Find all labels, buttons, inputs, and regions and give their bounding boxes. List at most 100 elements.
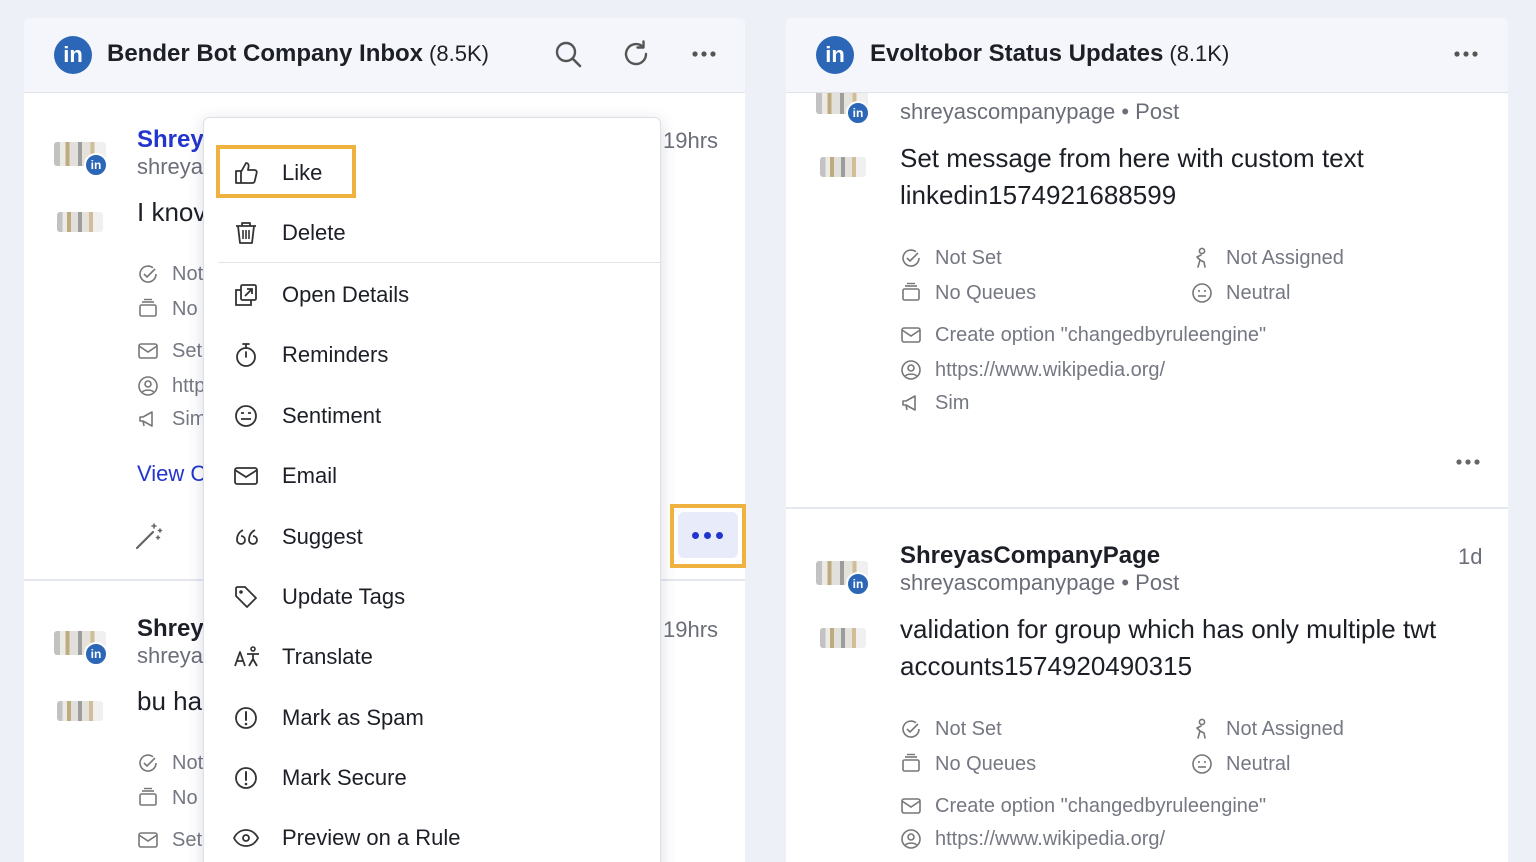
linkedin-badge-icon: in bbox=[84, 642, 108, 666]
eye-icon bbox=[232, 829, 260, 847]
status-meta[interactable]: Not bbox=[136, 751, 203, 775]
user-circle-icon bbox=[901, 829, 921, 849]
message-time: 19hrs bbox=[663, 617, 719, 642]
left-panel-count: (8.5K) bbox=[429, 41, 489, 66]
url-meta[interactable]: https://www.wikipedia.org/ bbox=[899, 827, 1165, 851]
view-conversation-link[interactable]: View C bbox=[137, 461, 206, 487]
email-icon bbox=[234, 467, 258, 485]
assignee-icon bbox=[1196, 718, 1206, 739]
avatar: in bbox=[816, 557, 870, 596]
assignee-icon bbox=[1196, 247, 1206, 268]
menu-item-sentiment[interactable]: Sentiment bbox=[204, 388, 660, 444]
status-text: Not bbox=[172, 262, 204, 285]
menu-item-delete[interactable]: Delete bbox=[204, 205, 660, 261]
search-icon[interactable] bbox=[552, 38, 584, 70]
trash-icon bbox=[236, 222, 256, 244]
refresh-icon[interactable] bbox=[620, 38, 652, 70]
status-text: Not Set bbox=[935, 246, 1002, 269]
menu-item-suggest[interactable]: Suggest bbox=[204, 509, 660, 565]
right-panel-title: Evoltobor Status Updates (8.1K) bbox=[870, 40, 1229, 68]
magic-wand-icon[interactable] bbox=[134, 521, 164, 551]
campaign-text: Sim bbox=[172, 407, 207, 430]
sentiment-meta[interactable]: Neutral bbox=[1190, 281, 1290, 305]
post-text: Set message from here with custom text l… bbox=[900, 143, 1364, 210]
left-panel-header: in Bender Bot Company Inbox (8.5K) bbox=[24, 18, 745, 93]
queue-text: No Queues bbox=[935, 752, 1037, 775]
sentiment-text: Neutral bbox=[1226, 281, 1291, 304]
menu-item-label: Reminders bbox=[282, 342, 389, 367]
right-panel-count: (8.1K) bbox=[1169, 41, 1230, 66]
queue-text: No bbox=[172, 297, 198, 320]
tag-icon bbox=[235, 586, 257, 608]
stopwatch-icon bbox=[236, 343, 256, 367]
menu-item-label: Suggest bbox=[282, 524, 363, 549]
message-text: I knov bbox=[137, 197, 207, 227]
left-panel-title-text: Bender Bot Company Inbox bbox=[107, 40, 424, 67]
campaign-text: Sim bbox=[935, 391, 970, 414]
menu-item-email[interactable]: Email bbox=[204, 448, 660, 504]
queue-meta[interactable]: No Queues bbox=[899, 752, 1036, 776]
neutral-face-icon bbox=[1192, 283, 1212, 303]
menu-item-label: Email bbox=[282, 463, 338, 488]
message-author[interactable]: Shrey bbox=[137, 126, 204, 154]
option-meta[interactable]: Create option "changedbyruleengine" bbox=[899, 323, 1266, 347]
assignee-text: Not Assigned bbox=[1226, 717, 1344, 740]
megaphone-icon bbox=[902, 395, 916, 411]
linkedin-badge-icon: in bbox=[84, 153, 108, 177]
url-text: https://www.wikipedia.org/ bbox=[935, 358, 1166, 381]
status-meta[interactable]: Not Set bbox=[899, 246, 1002, 270]
menu-item-mark-as-spam[interactable]: Mark as Spam bbox=[204, 690, 660, 746]
left-panel-title: Bender Bot Company Inbox (8.5K) bbox=[107, 40, 489, 68]
sentiment-meta[interactable]: Neutral bbox=[1190, 752, 1290, 776]
mail-icon bbox=[901, 798, 921, 814]
post-handle-line: shreyascompanypage • Post bbox=[900, 570, 1180, 595]
post-time: 1d bbox=[1458, 544, 1483, 569]
more-options-icon[interactable] bbox=[1450, 38, 1482, 70]
queue-icon bbox=[902, 753, 920, 772]
alert-icon bbox=[235, 767, 257, 789]
menu-item-mark-secure[interactable]: Mark Secure bbox=[204, 750, 660, 806]
option-text: Create option "changedbyruleengine" bbox=[935, 794, 1267, 817]
message-actions-menu: Like Delete Open Details Reminders Senti… bbox=[203, 117, 661, 862]
post-more-icon[interactable] bbox=[1452, 446, 1484, 478]
queue-text: No bbox=[172, 786, 198, 809]
menu-item-update-tags[interactable]: Update Tags bbox=[204, 569, 660, 625]
queue-icon bbox=[139, 298, 157, 317]
menu-item-translate[interactable]: Translate bbox=[204, 629, 660, 685]
menu-item-reminders[interactable]: Reminders bbox=[204, 327, 660, 383]
queue-meta[interactable]: No bbox=[136, 786, 198, 810]
post-text: validation for group which has only mult… bbox=[900, 614, 1437, 681]
assignee-meta[interactable]: Not Assigned bbox=[1190, 717, 1344, 741]
assignee-text: Not Assigned bbox=[1226, 246, 1344, 269]
option-meta[interactable]: Create option "changedbyruleengine" bbox=[899, 794, 1266, 818]
queue-meta[interactable]: No Queues bbox=[899, 281, 1036, 305]
linkedin-badge-icon: in bbox=[846, 572, 870, 596]
assignee-meta[interactable]: Not Assigned bbox=[1190, 246, 1344, 270]
linkedin-logo-icon: in bbox=[54, 36, 92, 74]
user-circle-icon bbox=[901, 360, 921, 380]
campaign-meta[interactable]: Sim bbox=[136, 407, 206, 431]
menu-separator bbox=[218, 262, 660, 263]
avatar-small bbox=[820, 157, 866, 177]
option-meta[interactable]: Set bbox=[136, 339, 202, 363]
status-meta[interactable]: Not Set bbox=[899, 717, 1002, 741]
message-handle: shreya bbox=[137, 643, 204, 668]
option-text: Set bbox=[172, 339, 203, 362]
more-options-icon[interactable] bbox=[688, 38, 720, 70]
message-author[interactable]: Shrey bbox=[137, 615, 204, 643]
menu-item-preview-on-rule[interactable]: Preview on a Rule bbox=[204, 810, 660, 862]
campaign-meta[interactable]: Sim bbox=[899, 391, 969, 415]
option-meta[interactable]: Set bbox=[136, 828, 202, 852]
menu-item-label: Sentiment bbox=[282, 403, 382, 428]
queue-meta[interactable]: No bbox=[136, 297, 198, 321]
queue-icon bbox=[139, 787, 157, 806]
url-meta[interactable]: http bbox=[136, 374, 205, 398]
like-highlight-box bbox=[216, 145, 356, 198]
status-text: Not bbox=[172, 751, 204, 774]
menu-item-label: Preview on a Rule bbox=[282, 825, 461, 850]
status-check-icon bbox=[902, 249, 920, 267]
post-author[interactable]: ShreyasCompanyPage bbox=[900, 542, 1160, 570]
menu-item-open-details[interactable]: Open Details bbox=[204, 267, 660, 323]
status-meta[interactable]: Not bbox=[136, 262, 203, 286]
url-meta[interactable]: https://www.wikipedia.org/ bbox=[899, 358, 1165, 382]
